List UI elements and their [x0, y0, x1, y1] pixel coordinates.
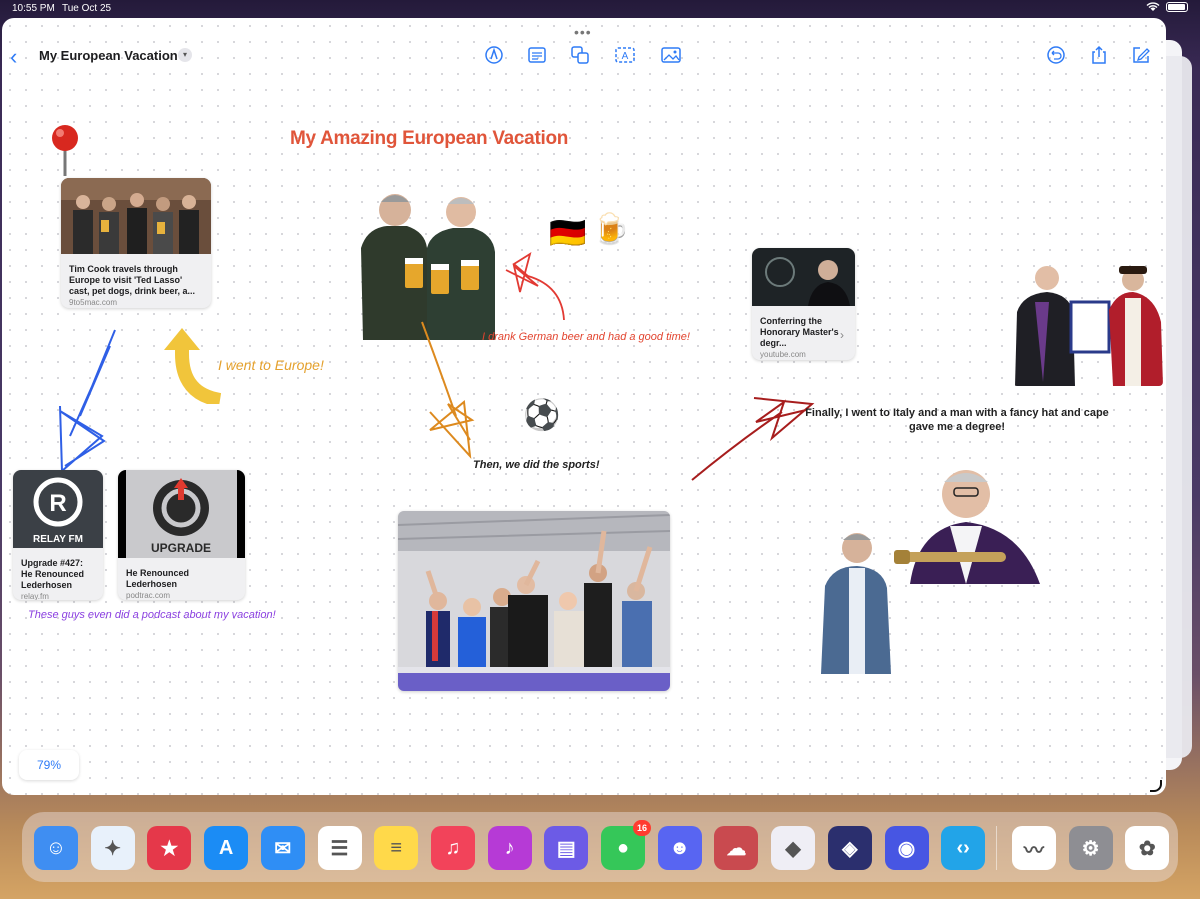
media-icon[interactable]: [660, 44, 682, 66]
link-card-title: Tim Cook travels through Europe to visit…: [69, 264, 196, 296]
status-indicators: [1146, 2, 1188, 12]
note-german-beer[interactable]: I drank German beer and had a good time!: [482, 331, 690, 343]
link-card-title: He Renounced Lederhosen: [126, 568, 190, 589]
compose-icon[interactable]: [1130, 44, 1152, 66]
cloud-app-icon[interactable]: ☁: [714, 826, 759, 870]
note-sports[interactable]: Then, we did the sports!: [473, 459, 600, 471]
zoom-level-button[interactable]: 79%: [19, 750, 79, 780]
freeform-icon[interactable]: 〰: [1011, 826, 1056, 870]
undo-icon[interactable]: [1045, 44, 1067, 66]
reminders-icon[interactable]: ☰: [317, 826, 362, 870]
pen-tool-icon[interactable]: [483, 44, 505, 66]
window-resize-handle[interactable]: [1150, 780, 1162, 792]
link-card-domain: relay.fm: [21, 592, 49, 600]
notification-badge: 16: [633, 820, 651, 836]
discord-icon[interactable]: ☻: [657, 826, 702, 870]
status-date: Tue Oct 25: [62, 3, 112, 14]
beer-mug-icon[interactable]: 🍺: [592, 212, 629, 247]
professor-cutout-photo[interactable]: [894, 464, 1042, 584]
note-podcast[interactable]: These guys even did a podcast about my v…: [28, 609, 276, 621]
freeform-window[interactable]: ••• ‹ My European Vacation ▾ A My Amazin…: [2, 18, 1166, 795]
svg-text:A: A: [622, 51, 629, 62]
finder-icon[interactable]: ☺: [34, 826, 78, 870]
window-grabber[interactable]: •••: [574, 24, 592, 40]
link-card-domain: youtube.com: [760, 350, 806, 359]
relay-thumb-label: RELAY FM: [33, 534, 83, 545]
link-card-domain: 9to5mac.com: [69, 298, 118, 307]
link-card-video[interactable]: Conferring the Honorary Master's degr...…: [752, 248, 855, 360]
back-button[interactable]: ‹: [10, 44, 17, 70]
toolbar: ‹ My European Vacation ▾ A: [2, 40, 1166, 74]
relay-fm-thumbnail: R RELAY FM: [13, 470, 103, 548]
soccer-ball-icon[interactable]: ⚽: [523, 398, 560, 433]
music-icon[interactable]: ♫: [430, 826, 475, 870]
red-scribble-arrow[interactable]: [500, 246, 570, 322]
link-card-title: Upgrade #427: He Renounced Lederhosen: [21, 558, 85, 590]
board-heading[interactable]: My Amazing European Vacation: [290, 128, 568, 150]
beer-photo[interactable]: [357, 188, 497, 340]
degree-ceremony-photo[interactable]: [1013, 262, 1163, 386]
battery-icon: [1166, 2, 1188, 12]
share-icon[interactable]: [1088, 44, 1110, 66]
robot-app-icon[interactable]: ◉: [884, 826, 929, 870]
stadium-photo[interactable]: [398, 511, 670, 691]
link-card-article[interactable]: Tim Cook travels through Europe to visit…: [61, 178, 211, 308]
pushpin-icon[interactable]: [48, 122, 82, 178]
upgrade-thumb-label: UPGRADE: [151, 541, 211, 555]
video-thumbnail: [752, 248, 855, 306]
note-italy[interactable]: Finally, I went to Italy and a man with …: [802, 406, 1112, 434]
notes-icon[interactable]: ≡: [374, 826, 419, 870]
person-cutout-photo[interactable]: [819, 526, 893, 674]
obsidian-icon[interactable]: ◆: [771, 826, 816, 870]
bookmark-app-icon[interactable]: ★: [147, 826, 192, 870]
dock: ☺ ✦ ★ A ✉ ☰ ≡ ♫ ♪ ▤ ● 16 ☻ ☁ ◆ ◈ ◉ ‹› 〰 ⚙ ✿: [22, 812, 1178, 882]
status-time: 10:55 PM: [12, 3, 55, 14]
status-bar: 10:55 PM Tue Oct 25: [0, 0, 1200, 18]
shapes-icon[interactable]: [569, 44, 591, 66]
shortcuts-icon[interactable]: ◈: [827, 826, 872, 870]
link-card-upgrade[interactable]: UPGRADE He Renounced Lederhosen podtrac.…: [118, 470, 245, 600]
dock-separator: [996, 826, 997, 870]
orange-scribble-arrow[interactable]: [420, 320, 482, 460]
app-store-icon[interactable]: A: [204, 826, 249, 870]
svg-text:R: R: [49, 490, 66, 517]
note-went-to-europe[interactable]: I went to Europe!: [218, 357, 324, 373]
photos-icon[interactable]: ✿: [1125, 826, 1170, 870]
text-icon[interactable]: A: [614, 44, 636, 66]
blue-scribble-arrow[interactable]: [40, 326, 130, 476]
messages-icon[interactable]: ● 16: [601, 820, 651, 870]
mail-icon[interactable]: ✉: [260, 826, 305, 870]
article-thumbnail: [61, 178, 211, 254]
upgrade-podcast-thumbnail: UPGRADE: [118, 470, 245, 558]
podcast-player-icon[interactable]: ♪: [487, 826, 532, 870]
link-card-relay[interactable]: R RELAY FM Upgrade #427: He Renounced Le…: [13, 470, 103, 600]
wifi-icon: [1146, 2, 1160, 11]
chevron-right-icon: ›: [840, 328, 844, 342]
board-title[interactable]: My European Vacation: [39, 48, 178, 63]
dark-red-scribble-arrow[interactable]: [688, 392, 818, 484]
chevron-down-icon[interactable]: ▾: [178, 48, 192, 62]
settings-icon[interactable]: ⚙: [1068, 826, 1113, 870]
archive-app-icon[interactable]: ▤: [544, 826, 589, 870]
remote-app-icon[interactable]: ‹›: [941, 826, 986, 870]
yellow-curved-arrow[interactable]: [160, 324, 224, 404]
safari-icon[interactable]: ✦: [90, 826, 135, 870]
link-card-domain: podtrac.com: [126, 591, 171, 600]
text-box-icon[interactable]: [526, 44, 548, 66]
